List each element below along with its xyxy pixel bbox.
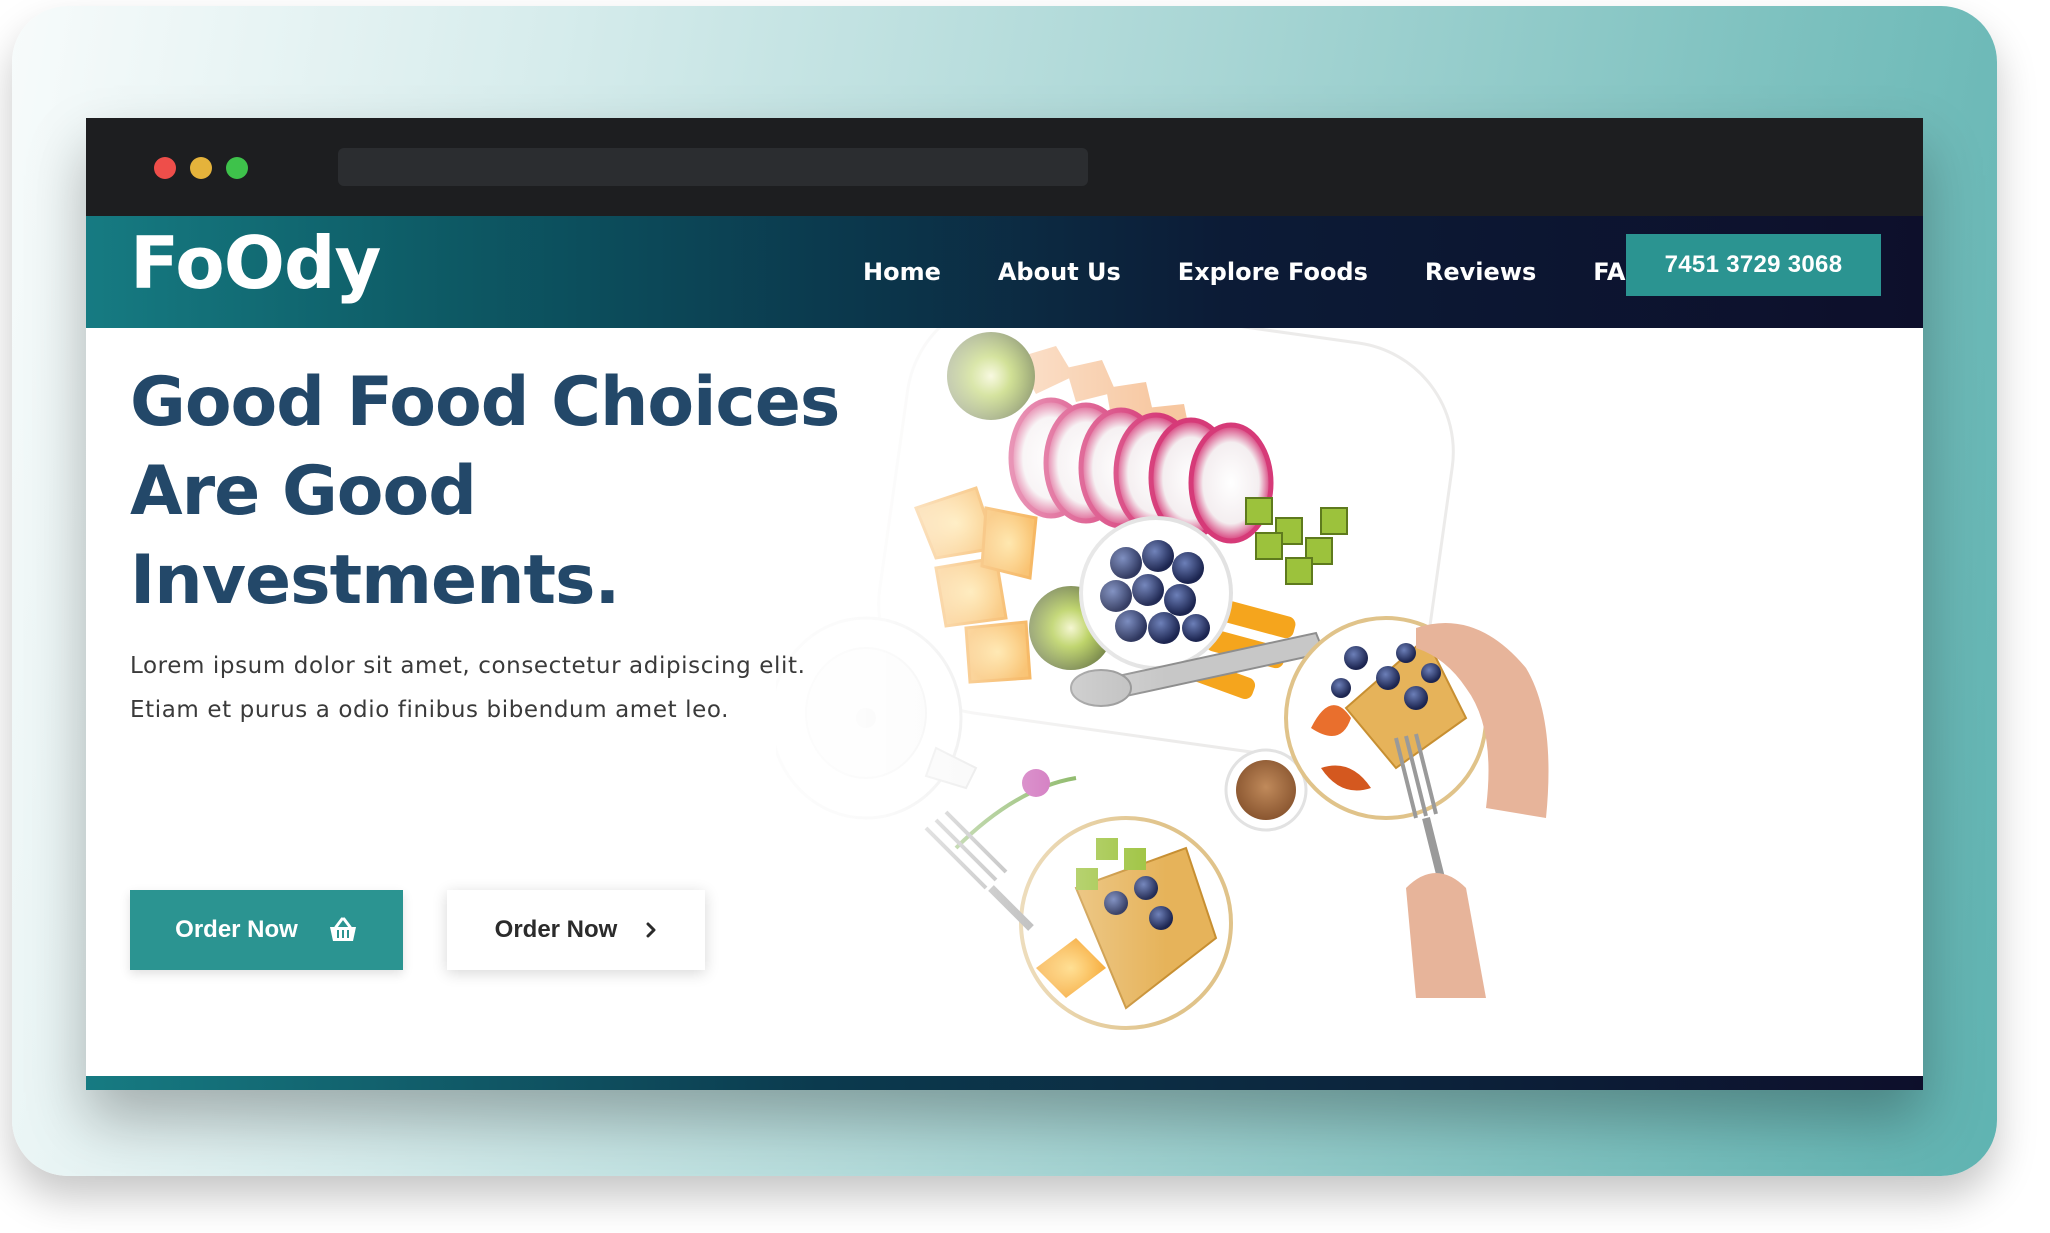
hero-subtext: Lorem ipsum dolor sit amet, consectetur … <box>130 644 890 732</box>
order-now-secondary-label: Order Now <box>494 916 618 943</box>
food-spread-image <box>776 328 1549 1030</box>
phone-number-button[interactable]: 7451 3729 3068 <box>1626 234 1881 296</box>
browser-window: FoOdy Home About Us Explore Foods Review… <box>86 118 1923 1090</box>
hero-headline-line-1: Good Food Choices <box>130 363 840 442</box>
nav-link-reviews[interactable]: Reviews <box>1425 258 1536 286</box>
basket-icon <box>328 917 358 943</box>
maximize-window-button[interactable] <box>226 157 248 179</box>
minimize-window-button[interactable] <box>190 157 212 179</box>
hero-subtext-line-2: Etiam et purus a odio finibus bibendum a… <box>130 697 730 723</box>
hero-subtext-line-1: Lorem ipsum dolor sit amet, consectetur … <box>130 653 806 679</box>
order-now-button-secondary[interactable]: Order Now <box>447 890 705 970</box>
close-window-button[interactable] <box>154 157 176 179</box>
main-navigation: Home About Us Explore Foods Reviews FAQ <box>863 216 1646 328</box>
site-header: FoOdy Home About Us Explore Foods Review… <box>86 216 1923 328</box>
nav-link-about-us[interactable]: About Us <box>998 258 1121 286</box>
hero-headline-line-2: Are Good <box>130 452 477 531</box>
hero-headline-line-3: Investments. <box>130 541 620 620</box>
browser-toolbar <box>86 118 1923 216</box>
nav-link-home[interactable]: Home <box>863 258 941 286</box>
order-now-button-primary[interactable]: Order Now <box>130 890 403 970</box>
chevron-right-icon <box>645 922 657 938</box>
site-logo[interactable]: FoOdy <box>130 220 381 306</box>
order-now-primary-label: Order Now <box>175 916 298 943</box>
bottom-accent-bar <box>86 1076 1923 1090</box>
hero-section: Good Food Choices Are Good Investments. … <box>86 328 1923 1078</box>
address-bar[interactable] <box>338 148 1088 186</box>
nav-link-explore-foods[interactable]: Explore Foods <box>1178 258 1368 286</box>
hero-headline: Good Food Choices Are Good Investments. <box>130 358 890 625</box>
